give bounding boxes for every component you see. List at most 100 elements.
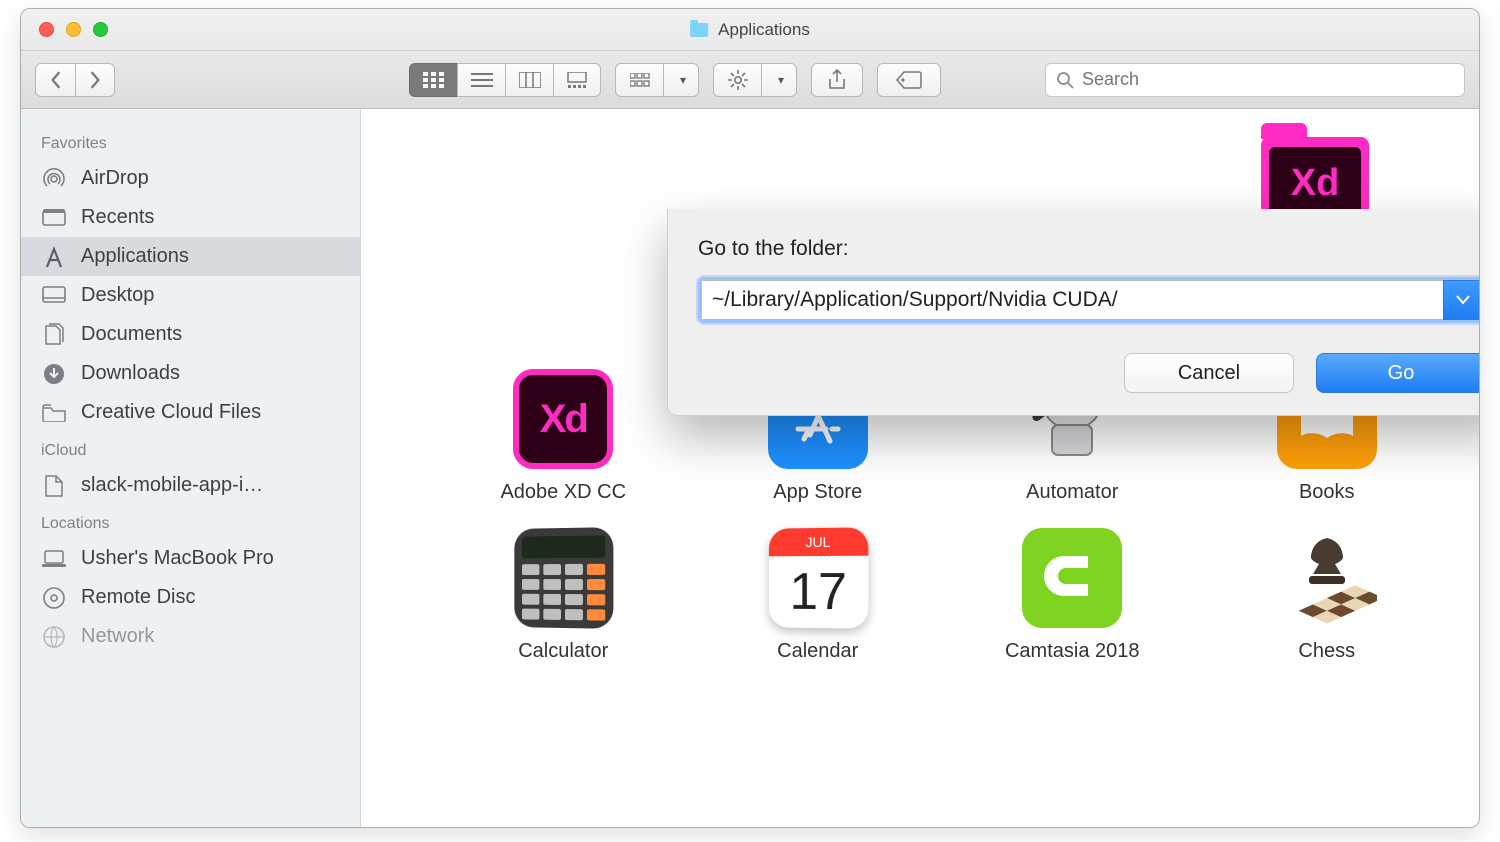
gallery-view-button[interactable]	[553, 63, 601, 97]
documents-icon	[41, 324, 67, 346]
app-label: Adobe XD CC	[500, 481, 626, 504]
grid-small-icon	[630, 73, 650, 87]
laptop-icon	[41, 548, 67, 570]
grid-icon	[423, 72, 445, 88]
dialog-label: Go to the folder:	[698, 237, 1479, 261]
arrange-button[interactable]	[615, 63, 663, 97]
chevron-left-icon	[49, 71, 63, 89]
column-view-button[interactable]	[505, 63, 553, 97]
arrange-group: ▾	[615, 63, 699, 97]
chevron-down-icon: ▾	[680, 73, 686, 87]
go-label: Go	[1388, 362, 1415, 385]
calendar-icon: JUL 17	[769, 527, 868, 628]
sidebar-item-label: Documents	[81, 323, 182, 346]
calculator-icon	[515, 527, 614, 629]
folder-icon	[690, 23, 708, 37]
sidebar-section-icloud: iCloud	[21, 432, 360, 466]
maximize-window-button[interactable]	[93, 22, 108, 37]
icon-view-button[interactable]	[409, 63, 457, 97]
app-label: Camtasia 2018	[1005, 640, 1140, 663]
sidebar-section-favorites: Favorites	[21, 125, 360, 159]
app-item[interactable]: Camtasia 2018	[1005, 528, 1140, 663]
chevron-down-icon: ▾	[778, 73, 784, 87]
app-label: App Store	[773, 481, 862, 504]
file-icon	[41, 475, 67, 497]
sidebar-item-desktop[interactable]: Desktop	[21, 276, 360, 315]
sidebar-item-label: Creative Cloud Files	[81, 401, 261, 424]
sidebar-item-label: slack-mobile-app-i…	[81, 474, 263, 497]
sidebar-item-label: Downloads	[81, 362, 180, 385]
columns-icon	[519, 72, 541, 88]
app-label: Calendar	[777, 640, 858, 663]
path-input[interactable]	[701, 280, 1443, 320]
action-menu-button[interactable]: ▾	[761, 63, 797, 97]
app-item[interactable]: JUL 17 Calendar	[768, 528, 868, 663]
cancel-button[interactable]: Cancel	[1124, 353, 1294, 393]
desktop-icon	[41, 285, 67, 307]
sidebar-item-downloads[interactable]: Downloads	[21, 354, 360, 393]
app-label: Books	[1299, 481, 1355, 504]
adobe-xd-cc-icon: Xd	[513, 369, 613, 469]
app-label: Chess	[1298, 640, 1355, 663]
sidebar-item-documents[interactable]: Documents	[21, 315, 360, 354]
share-button[interactable]	[811, 63, 863, 97]
minimize-window-button[interactable]	[66, 22, 81, 37]
search-input[interactable]	[1082, 69, 1454, 90]
downloads-icon	[41, 363, 67, 385]
chess-icon	[1277, 528, 1377, 628]
list-icon	[471, 73, 493, 87]
sidebar-item-label: AirDrop	[81, 167, 149, 190]
sidebar-item-label: Desktop	[81, 284, 154, 307]
sidebar-item-network[interactable]: Network	[21, 617, 360, 656]
action-button[interactable]	[713, 63, 761, 97]
sidebar-item-creative-cloud[interactable]: Creative Cloud Files	[21, 393, 360, 432]
sidebar-item-label: Network	[81, 625, 154, 648]
window-title: Applications	[690, 20, 810, 40]
list-view-button[interactable]	[457, 63, 505, 97]
sidebar-item-recents[interactable]: Recents	[21, 198, 360, 237]
chevron-right-icon	[88, 71, 102, 89]
share-icon	[828, 69, 846, 91]
path-combo	[698, 277, 1479, 323]
window-controls	[21, 22, 108, 37]
sidebar-item-slack-file[interactable]: slack-mobile-app-i…	[21, 466, 360, 505]
sidebar-item-airdrop[interactable]: AirDrop	[21, 159, 360, 198]
sidebar-item-remote-disc[interactable]: Remote Disc	[21, 578, 360, 617]
sidebar-item-macbook[interactable]: Usher's MacBook Pro	[21, 539, 360, 578]
applications-icon	[41, 246, 67, 268]
sidebar-item-applications[interactable]: Applications	[21, 237, 360, 276]
arrange-menu-button[interactable]: ▾	[663, 63, 699, 97]
titlebar: Applications	[21, 9, 1479, 51]
view-mode-group	[409, 63, 601, 97]
app-label: Calculator	[518, 640, 608, 663]
app-item[interactable]: Xd Adobe XD CC	[500, 369, 626, 504]
cancel-label: Cancel	[1178, 362, 1240, 385]
finder-window: Applications	[20, 8, 1480, 828]
sidebar-item-label: Recents	[81, 206, 154, 229]
path-history-button[interactable]	[1443, 280, 1479, 320]
app-item[interactable]: Chess	[1277, 528, 1377, 663]
sidebar-item-label: Remote Disc	[81, 586, 195, 609]
airdrop-icon	[41, 168, 67, 190]
nav-group	[35, 63, 115, 97]
sidebar-item-label: Applications	[81, 245, 189, 268]
back-button[interactable]	[35, 63, 75, 97]
tags-button[interactable]	[877, 63, 941, 97]
app-item[interactable]: Calculator	[513, 528, 613, 663]
search-icon	[1056, 71, 1074, 89]
camtasia-icon	[1022, 528, 1122, 628]
window-title-text: Applications	[718, 20, 810, 40]
tag-icon	[896, 71, 922, 89]
chevron-down-icon	[1456, 295, 1470, 305]
gallery-icon	[566, 72, 588, 88]
sidebar-section-locations: Locations	[21, 505, 360, 539]
disc-icon	[41, 587, 67, 609]
go-button[interactable]: Go	[1316, 353, 1479, 393]
content-area: Xd Adobe XD Xd Adobe XD CC App Store	[361, 109, 1479, 827]
app-label: Automator	[1026, 481, 1118, 504]
search-field[interactable]	[1045, 63, 1465, 97]
close-window-button[interactable]	[39, 22, 54, 37]
sidebar: Favorites AirDrop Recents Applications D…	[21, 109, 361, 827]
toolbar: ▾ ▾	[21, 51, 1479, 109]
forward-button[interactable]	[75, 63, 115, 97]
